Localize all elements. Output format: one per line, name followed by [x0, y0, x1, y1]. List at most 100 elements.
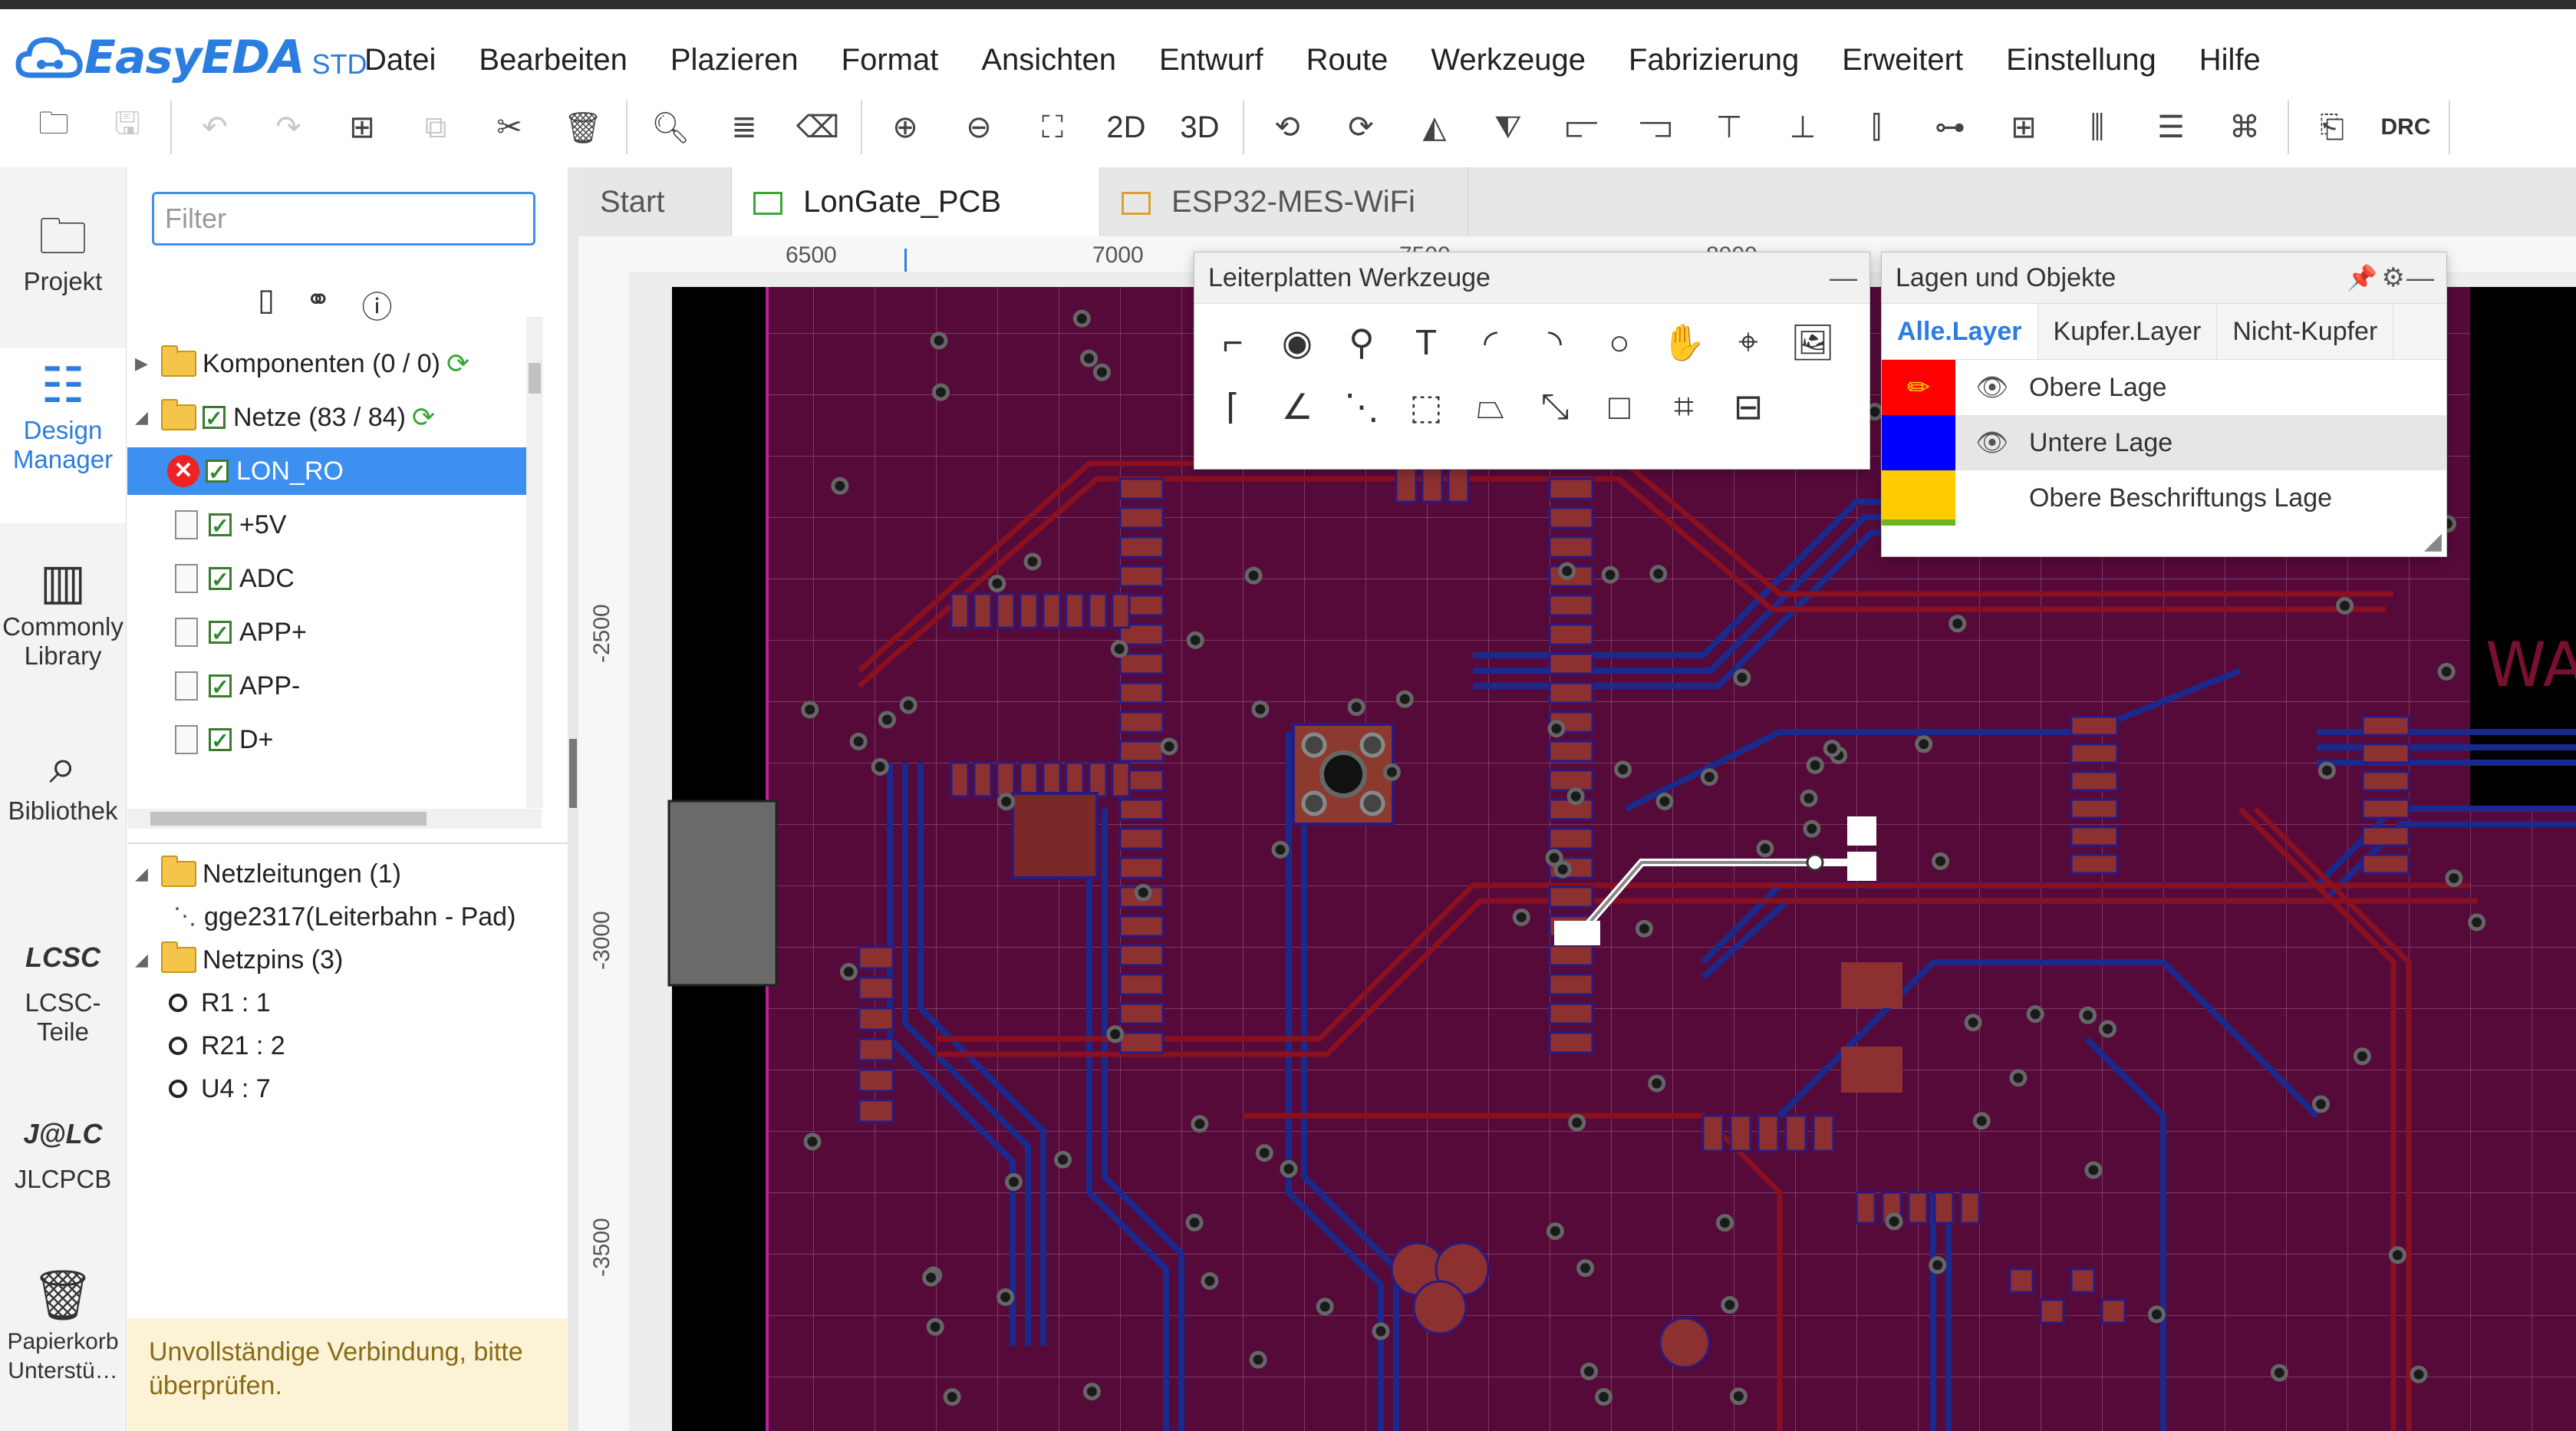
import-changes-icon[interactable]: ⎗	[2295, 95, 2369, 160]
menu-item[interactable]: Hilfe	[2199, 41, 2261, 78]
group-icon[interactable]: ⌘	[2208, 95, 2281, 160]
tree-net[interactable]: ✓ ADC	[175, 555, 295, 602]
tree-folder-netze[interactable]: ◢ ✓ Netze (83 / 84) ⟳	[135, 394, 435, 441]
tab-non-copper-layers[interactable]: Nicht-Kupfer	[2217, 304, 2394, 359]
tree-folder-komponenten[interactable]: ▶ Komponenten (0 / 0) ⟳	[135, 340, 469, 387]
rail-item-lcsc[interactable]: LCSC LCSC- Teile	[0, 927, 126, 1047]
tree-folder-netzpins[interactable]: ◢ Netzpins (3)	[135, 936, 343, 984]
menu-item[interactable]: Datei	[364, 41, 436, 78]
tree-vertical-scrollbar[interactable]	[526, 317, 543, 808]
copy-icon[interactable]: ⧉	[399, 95, 473, 160]
copper-area-icon[interactable]: ⌗	[1652, 374, 1716, 439]
via-icon[interactable]: ⚲	[1329, 310, 1394, 374]
dimension-icon[interactable]: ⌈	[1201, 374, 1265, 439]
image-icon[interactable]: 🖼	[1780, 310, 1845, 374]
net-checkbox[interactable]: ✓	[209, 674, 232, 698]
net-checkbox[interactable]: ✓	[209, 621, 232, 645]
tree-net-lon-ro[interactable]: ✕ ✓ LON_RO	[127, 447, 542, 495]
erase-icon[interactable]: ⌫	[781, 95, 855, 160]
add-copy-icon[interactable]: ⊞	[325, 95, 399, 160]
rail-item-design-manager[interactable]: ☷ Design Manager	[0, 348, 126, 523]
rail-item-projekt[interactable]: 🗀 Projekt	[0, 206, 126, 296]
tab-copper-layers[interactable]: Kupfer.Layer	[2038, 304, 2218, 359]
cut-icon[interactable]: ✂	[473, 95, 546, 160]
tab-longate-pcb[interactable]: LonGate_PCB	[732, 167, 1100, 236]
rail-item-bibliothek[interactable]: ⌕ Bibliothek	[0, 735, 126, 826]
ratsnest-icon[interactable]: ⋱	[1329, 374, 1394, 439]
layer-color-swatch[interactable]	[1882, 415, 1955, 470]
net-checkbox[interactable]: ✓	[209, 513, 232, 537]
drc-button[interactable]: DRC	[2369, 95, 2443, 160]
error-view-icon[interactable]: ⓘ	[362, 282, 393, 327]
layer-color-swatch[interactable]	[1882, 470, 1955, 526]
splitter-grip[interactable]	[569, 739, 577, 808]
align-right-icon[interactable]: ⫎	[1619, 95, 1692, 160]
connect-icon[interactable]: ⌖	[1716, 310, 1780, 374]
align-center-v-icon[interactable]: ⊶	[1913, 95, 1987, 160]
resize-handle-icon[interactable]: ◢	[2424, 528, 2442, 555]
menu-item[interactable]: Bearbeiten	[479, 41, 627, 78]
eye-icon[interactable]: 👁	[1971, 427, 2014, 458]
rail-item-jlcpcb[interactable]: J@LC JLCPCB	[0, 1103, 126, 1194]
tree-net[interactable]: ✓ APP+	[175, 608, 307, 656]
caret-down-icon[interactable]: ◢	[135, 394, 150, 441]
menu-item[interactable]: Werkzeuge	[1431, 41, 1586, 78]
flip-horizontal-icon[interactable]: ◭	[1398, 95, 1471, 160]
menu-item[interactable]: Format	[842, 41, 939, 78]
tree-net[interactable]: ✓ D+	[175, 716, 273, 763]
panel-splitter[interactable]	[568, 167, 578, 1431]
minimize-icon[interactable]: —	[1830, 252, 1857, 303]
menu-item[interactable]: Ansichten	[981, 41, 1116, 78]
gear-icon[interactable]: ⚙	[2382, 252, 2405, 303]
angle-icon[interactable]: ∠	[1265, 374, 1329, 439]
caret-down-icon[interactable]: ◢	[135, 936, 150, 984]
rect-icon[interactable]: □	[1587, 374, 1652, 439]
delete-icon[interactable]: 🗑	[546, 95, 620, 160]
distribute-h-icon[interactable]: ⫼	[2060, 95, 2134, 160]
tree-horizontal-scrollbar[interactable]	[127, 809, 542, 829]
align-center-h-icon[interactable]: ⫿	[1840, 95, 1913, 160]
rotate-left-icon[interactable]: ⟲	[1250, 95, 1324, 160]
zoom-in-icon[interactable]: ⊕	[868, 95, 942, 160]
save-icon[interactable]: 🖫	[91, 95, 164, 160]
tree-net[interactable]: ✓ +5V	[175, 501, 286, 549]
tree-pin-item[interactable]: U4 : 7	[169, 1065, 271, 1113]
filter-input[interactable]	[152, 192, 535, 246]
tab-start[interactable]: Start	[578, 167, 732, 236]
component-view-icon[interactable]: ▯	[258, 282, 275, 327]
align-top-icon[interactable]: ⊤	[1692, 95, 1766, 160]
tree-pin-item[interactable]: R1 : 1	[169, 979, 271, 1027]
find-list-icon[interactable]: ≣	[707, 95, 781, 160]
net-view-icon[interactable]: ⚭	[305, 282, 331, 327]
net-checkbox[interactable]: ✓	[203, 406, 226, 430]
zoom-out-icon[interactable]: ⊖	[942, 95, 1016, 160]
refresh-icon[interactable]: ⟳	[412, 394, 435, 441]
menu-item[interactable]: Plazieren	[670, 41, 799, 78]
pin-panel-icon[interactable]: 📌	[2347, 252, 2377, 303]
region-icon[interactable]: ⬚	[1394, 374, 1458, 439]
tab-esp32-mes-wifi[interactable]: ESP32-MES-WiFi	[1100, 167, 1468, 236]
view-2d-button[interactable]: 2D	[1089, 95, 1163, 160]
pad-icon[interactable]: ◉	[1265, 310, 1329, 374]
canvas-origin-icon[interactable]: ⊟	[1716, 374, 1780, 439]
tree-track-item[interactable]: ⋱ gge2317(Leiterbahn - Pad)	[173, 893, 516, 941]
minimize-icon[interactable]: —	[2406, 252, 2434, 303]
eye-icon[interactable]: 👁	[1971, 372, 2014, 403]
layer-row-top-silk[interactable]: Obere Beschriftungs Lage	[1882, 470, 2446, 526]
rail-item-commonly-library[interactable]: ▥ Commonly Library	[0, 551, 126, 671]
layer-row-bottom[interactable]: 👁 Untere Lage	[1882, 415, 2446, 470]
open-folder-icon[interactable]: 🗀	[17, 95, 91, 160]
caret-right-icon[interactable]: ▶	[135, 340, 150, 387]
menu-item[interactable]: Erweitert	[1842, 41, 1963, 78]
net-checkbox[interactable]: ✓	[206, 460, 229, 483]
rotate-right-icon[interactable]: ⟳	[1324, 95, 1398, 160]
flip-vertical-icon[interactable]: ⧨	[1471, 95, 1545, 160]
tree-net[interactable]: ✓ APP-	[175, 662, 300, 710]
menu-item[interactable]: Entwurf	[1159, 41, 1263, 78]
refresh-icon[interactable]: ⟳	[446, 340, 469, 387]
align-bottom-icon[interactable]: ⊥	[1766, 95, 1840, 160]
view-3d-button[interactable]: 3D	[1163, 95, 1237, 160]
rail-item-papierkorb[interactable]: 🗑 Papierkorb Unterstü…	[0, 1264, 126, 1384]
menu-item[interactable]: Fabrizierung	[1629, 41, 1799, 78]
tree-pin-item[interactable]: R21 : 2	[169, 1022, 285, 1070]
